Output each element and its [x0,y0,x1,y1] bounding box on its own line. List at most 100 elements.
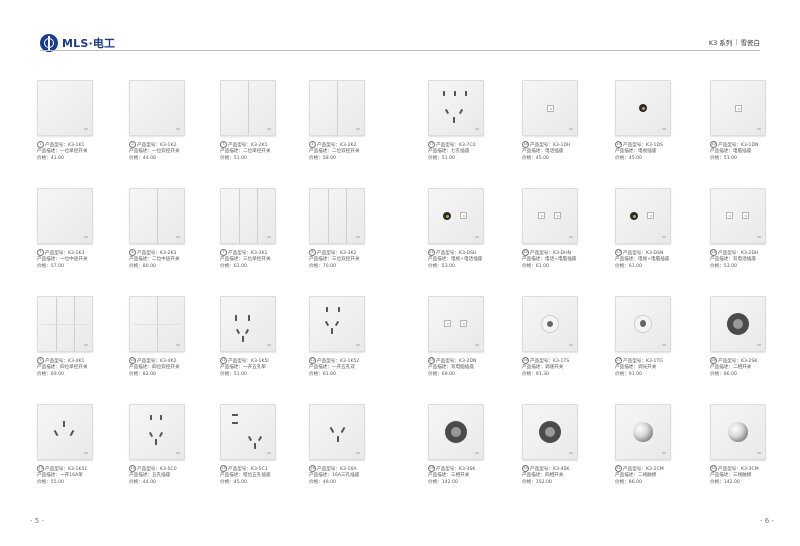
tv-socket-panel [615,80,671,136]
product-caption: 2 产品型号：K3-1K2 产品描述：一位双控开关 价格：44.00 [129,141,180,161]
four-phase-socket-panel [522,404,578,460]
product-caption: 31 产品型号：K3-2CM 产品描述：二线触摸 价格：86.00 [615,465,664,485]
page-number-right: - 6 - [760,517,774,525]
page-number-left: - 5 - [30,517,44,525]
product-caption: 32 产品型号：K3-3CM 产品描述：三线触摸 价格：142.00 [710,465,759,485]
product-caption: 28 产品型号：K3-2SK 产品描述：二相开关 价格：86.00 [710,357,758,377]
product-caption: 16 产品型号：K3-16A 产品描述：16A三孔插座 价格：49.00 [309,465,360,485]
tv-data-socket-panel [615,188,671,244]
brand-name: MLS·电工 [62,37,116,50]
series-separator: | [735,38,738,46]
series-label: K3 系列 | 雪瓷白 [709,37,760,47]
product-caption: 25 产品型号：K3-2DN 产品描述：双电脑插座 价格：69.00 [428,357,477,377]
touch-switch-panel [615,404,671,460]
phone-data-socket-panel [522,188,578,244]
product-card: 19 产品型号：K3-1DS 产品描述：电视插座 价格：45.00 [615,80,695,162]
series-color: 雪瓷白 [740,39,761,47]
product-card: 23 产品型号：K3-DSN 产品描述：电视+电脑插座 价格：61.00 [615,188,695,270]
data-socket-panel [710,80,766,136]
product-card: 22 产品型号：K3-DHN 产品描述：电话+电脑插座 价格：61.00 [522,188,602,270]
product-card: 5 产品型号：K3-1K3 产品描述：一位中途开关 价格：57.00 [37,188,117,270]
three-phase-socket-panel [428,404,484,460]
phone-socket-panel [522,80,578,136]
socket-panel-7hole [428,80,484,136]
product-caption: 1 产品型号：K3-1K1 产品描述：一位单控开关 价格：41.00 [37,141,88,161]
switch-panel-1gang [37,80,93,136]
socket-panel-offset [220,404,276,460]
product-caption: 30 产品型号：K3-4SK 产品描述：四相开关 价格：152.00 [522,465,570,485]
product-card: 28 产品型号：K3-2SK 产品描述：二相开关 价格：86.00 [710,296,790,378]
product-caption: 14 产品型号：K3-5C0 产品描述：五孔插座 价格：44.00 [129,465,177,485]
product-caption: 6 产品型号：K3-2K3 产品描述：二位中途开关 价格：80.00 [129,249,180,269]
product-card: 14 产品型号：K3-5C0 产品描述：五孔插座 价格：44.00 [129,404,209,486]
switch-panel-1gang [129,80,185,136]
product-card: 31 产品型号：K3-2CM 产品描述：二线触摸 价格：86.00 [615,404,695,486]
phase-socket-panel [710,296,766,352]
product-caption: 11 产品型号：K3-1K5I 产品描述：一开五孔单 价格：51.00 [220,357,269,377]
product-card: 9 产品型号：K3-4K1 产品描述：四位单控开关 价格：69.00 [37,296,117,378]
product-card: 30 产品型号：K3-4SK 产品描述：四相开关 价格：152.00 [522,404,602,486]
product-card: 20 产品型号：K3-1DN 产品描述：电脑插座 价格：51.00 [710,80,790,162]
product-caption: 3 产品型号：K3-2K1 产品描述：二位单控开关 价格：51.00 [220,141,271,161]
product-caption: 13 产品型号：K3-1K51 产品描述：一开16A单 价格：55.00 [37,465,88,485]
socket-switch-panel [220,296,276,352]
product-caption: 26 产品型号：K3-1TS 产品描述：调速开关 价格：91.30 [522,357,570,377]
dual-phone-socket-panel [710,188,766,244]
switch-panel-2gang [220,80,276,136]
light-dimmer-dial-panel [615,296,671,352]
switch-panel-4gang [37,296,93,352]
product-card: 7 产品型号：K3-3K1 产品描述：三位单控开关 价格：61.00 [220,188,300,270]
product-caption: 23 产品型号：K3-DSN 产品描述：电视+电脑插座 价格：61.00 [615,249,670,269]
product-card: 26 产品型号：K3-1TS 产品描述：调速开关 价格：91.30 [522,296,602,378]
product-caption: 20 产品型号：K3-1DN 产品描述：电脑插座 价格：51.00 [710,141,759,161]
product-caption: 22 产品型号：K3-DHN 产品描述：电话+电脑插座 价格：61.00 [522,249,577,269]
socket-panel-16a [309,404,365,460]
product-card: 11 产品型号：K3-1K5I 产品描述：一开五孔单 价格：51.00 [220,296,300,378]
product-caption: 21 产品型号：K3-DSH 产品描述：电视+电话插座 价格：53.00 [428,249,483,269]
tv-phone-socket-panel [428,188,484,244]
product-card: 4 产品型号：K3-2K2 产品描述：二位双控开关 价格：58.00 [309,80,389,162]
product-caption: 7 产品型号：K3-3K1 产品描述：三位单控开关 价格：61.00 [220,249,271,269]
fan-speed-dial-panel [522,296,578,352]
product-card: 8 产品型号：K3-3K2 产品描述：三位双控开关 价格：70.00 [309,188,389,270]
socket-panel-5hole [129,404,185,460]
series-name: K3 系列 [708,39,733,47]
product-card: 12 产品型号：K3-1K52 产品描述：一开五孔双 价格：61.00 [309,296,389,378]
bulb-icon [640,320,646,327]
socket-switch-panel [309,296,365,352]
product-card: 15 产品型号：K3-5C1 产品描述：错位五孔插座 价格：45.00 [220,404,300,486]
product-caption: 18 产品型号：K3-1DH 产品描述：电话插座 价格：45.00 [522,141,571,161]
product-card: 32 产品型号：K3-3CM 产品描述：三线触摸 价格：142.00 [710,404,790,486]
product-caption: 24 产品型号：K3-2DH 产品描述：双电话插座 价格：53.00 [710,249,759,269]
product-caption: 9 产品型号：K3-4K1 产品描述：四位单控开关 价格：69.00 [37,357,88,377]
switch-panel-3gang [309,188,365,244]
switch-panel-2gang [129,188,185,244]
product-card: 24 产品型号：K3-2DH 产品描述：双电话插座 价格：53.00 [710,188,790,270]
touch-switch-panel [710,404,766,460]
product-caption: 29 产品型号：K3-3SK 产品描述：三相开关 价格：142.00 [428,465,476,485]
product-caption: 12 产品型号：K3-1K52 产品描述：一开五孔双 价格：61.00 [309,357,360,377]
product-caption: 15 产品型号：K3-5C1 产品描述：错位五孔插座 价格：45.00 [220,465,271,485]
switch-panel-3gang [220,188,276,244]
product-caption: 8 产品型号：K3-3K2 产品描述：三位双控开关 价格：70.00 [309,249,360,269]
product-card: 25 产品型号：K3-2DN 产品描述：双电脑插座 价格：69.00 [428,296,508,378]
product-caption: 17 产品型号：K3-7C0 产品描述：七孔插座 价格：51.00 [428,141,476,161]
product-card: 27 产品型号：K3-1TG 产品描述：调光开关 价格：91.00 [615,296,695,378]
fan-icon [547,321,553,327]
switch-panel-4gang [129,296,185,352]
product-caption: 19 产品型号：K3-1DS 产品描述：电视插座 价格：45.00 [615,141,663,161]
product-card: 3 产品型号：K3-2K1 产品描述：二位单控开关 价格：51.00 [220,80,300,162]
product-card: 18 产品型号：K3-1DH 产品描述：电话插座 价格：45.00 [522,80,602,162]
socket-panel-3pin [37,404,93,460]
product-caption: 5 产品型号：K3-1K3 产品描述：一位中途开关 价格：57.00 [37,249,88,269]
product-card: 16 产品型号：K3-16A 产品描述：16A三孔插座 价格：49.00 [309,404,389,486]
product-card: 13 产品型号：K3-1K51 产品描述：一开16A单 价格：55.00 [37,404,117,486]
product-card: 17 产品型号：K3-7C0 产品描述：七孔插座 价格：51.00 [428,80,508,162]
product-card: 29 产品型号：K3-3SK 产品描述：三相开关 价格：142.00 [428,404,508,486]
product-card: 1 产品型号：K3-1K1 产品描述：一位单控开关 价格：41.00 [37,80,117,162]
switch-panel-2gang [309,80,365,136]
product-card: 10 产品型号：K3-4K2 产品描述：四位双控开关 价格：82.00 [129,296,209,378]
product-card: 2 产品型号：K3-1K2 产品描述：一位双控开关 价格：44.00 [129,80,209,162]
product-caption: 4 产品型号：K3-2K2 产品描述：二位双控开关 价格：58.00 [309,141,360,161]
product-card: 6 产品型号：K3-2K3 产品描述：二位中途开关 价格：80.00 [129,188,209,270]
